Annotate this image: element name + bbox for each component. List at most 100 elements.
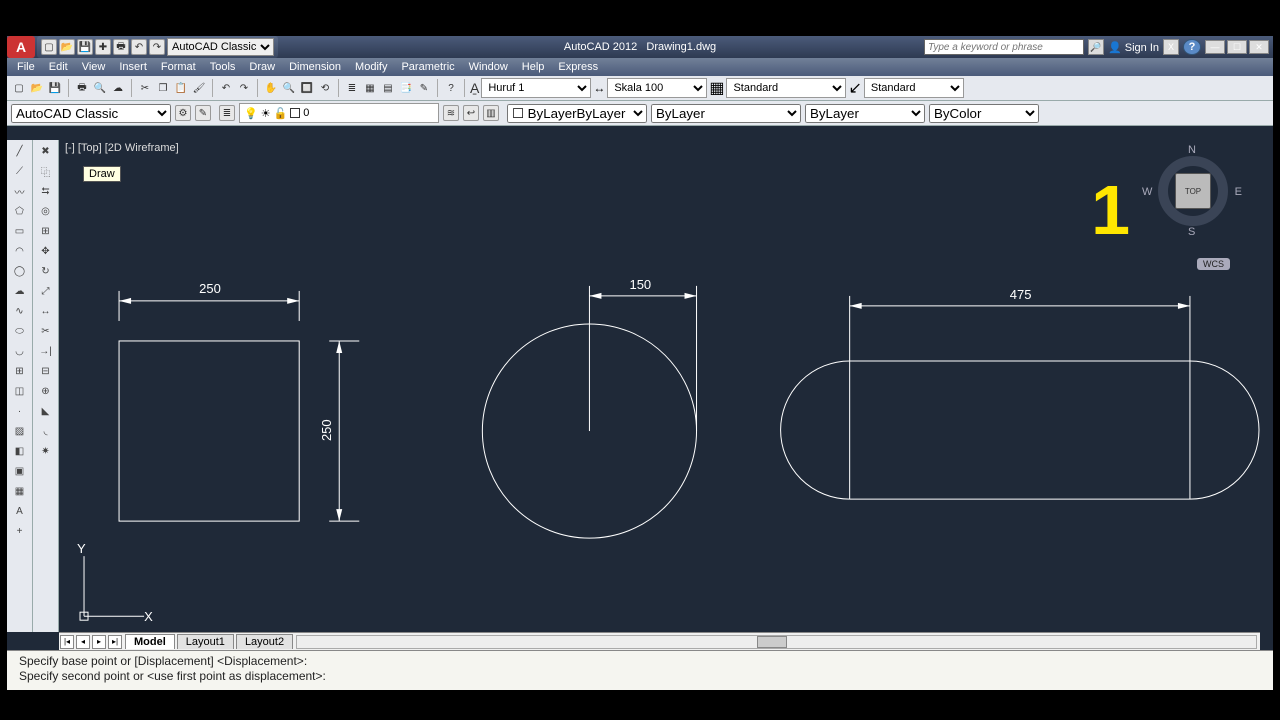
menu-draw[interactable]: Draw — [249, 61, 275, 73]
revcloud-icon[interactable]: ☁ — [10, 282, 30, 300]
point-icon[interactable]: · — [10, 402, 30, 420]
ellipsearc-icon[interactable]: ◡ — [10, 342, 30, 360]
menu-express[interactable]: Express — [558, 61, 598, 73]
pline-icon[interactable]: 〰 — [10, 182, 30, 200]
menu-tools[interactable]: Tools — [210, 61, 236, 73]
signin-button[interactable]: 👤 Sign In — [1108, 41, 1159, 54]
ellipse-icon[interactable]: ⬭ — [10, 322, 30, 340]
table-icon[interactable]: ▦ — [10, 482, 30, 500]
help-icon[interactable]: ? — [1183, 39, 1201, 55]
erase-icon[interactable]: ✖ — [36, 142, 56, 160]
help-icon[interactable]: ? — [443, 80, 459, 96]
move-icon[interactable]: ✥ — [36, 242, 56, 260]
pan-icon[interactable]: ✋ — [263, 80, 279, 96]
polygon-icon[interactable]: ⬠ — [10, 202, 30, 220]
tab-first-icon[interactable]: |◂ — [60, 635, 74, 649]
menu-parametric[interactable]: Parametric — [401, 61, 454, 73]
layer-props-icon[interactable]: ≣ — [219, 105, 235, 121]
publish-icon[interactable]: ☁ — [110, 80, 126, 96]
mirror-icon[interactable]: ⮀ — [36, 182, 56, 200]
exchange-icon[interactable]: X — [1163, 39, 1179, 55]
insert-icon[interactable]: ⊞ — [10, 362, 30, 380]
block-icon[interactable]: ◫ — [10, 382, 30, 400]
join-icon[interactable]: ⊕ — [36, 382, 56, 400]
tablestyle-select[interactable]: Standard — [726, 78, 846, 98]
menu-format[interactable]: Format — [161, 61, 196, 73]
mtext-icon[interactable]: A — [10, 502, 30, 520]
workspace-combo[interactable]: AutoCAD Classic — [11, 104, 171, 123]
menu-insert[interactable]: Insert — [119, 61, 147, 73]
line-icon[interactable]: ╱ — [10, 142, 30, 160]
tab-prev-icon[interactable]: ◂ — [76, 635, 90, 649]
properties-icon[interactable]: ≣ — [344, 80, 360, 96]
copy-icon[interactable]: ❐ — [155, 80, 171, 96]
markup-icon[interactable]: ✎ — [416, 80, 432, 96]
ws-save-icon[interactable]: ✎ — [195, 105, 211, 121]
preview-icon[interactable]: 🔍 — [92, 80, 108, 96]
chamfer-icon[interactable]: ◣ — [36, 402, 56, 420]
undo-icon[interactable]: ↶ — [131, 39, 147, 55]
matchprop-icon[interactable]: 🖌 — [191, 80, 207, 96]
extend-icon[interactable]: →| — [36, 342, 56, 360]
plot-icon[interactable]: 🖶 — [74, 80, 90, 96]
addselected-icon[interactable]: + — [10, 522, 30, 540]
arc-icon[interactable]: ◠ — [10, 242, 30, 260]
tab-layout2[interactable]: Layout2 — [236, 634, 293, 649]
menu-window[interactable]: Window — [469, 61, 508, 73]
viewport-label[interactable]: [-] [Top] [2D Wireframe] — [65, 142, 179, 154]
command-line[interactable]: Specify base point or [Displacement] <Di… — [7, 650, 1273, 690]
dimstyle-select[interactable]: Skala 100 — [607, 78, 707, 98]
toolpalette-icon[interactable]: ▤ — [380, 80, 396, 96]
linetype-select[interactable]: ByLayer — [651, 104, 801, 123]
lineweight-select[interactable]: ByLayer — [805, 104, 925, 123]
region-icon[interactable]: ▣ — [10, 462, 30, 480]
break-icon[interactable]: ⊟ — [36, 362, 56, 380]
tab-next-icon[interactable]: ▸ — [92, 635, 106, 649]
close-button[interactable]: ✕ — [1249, 40, 1269, 54]
scale-icon[interactable]: ⤢ — [36, 282, 56, 300]
cut-icon[interactable]: ✂ — [137, 80, 153, 96]
redo-icon[interactable]: ↷ — [149, 39, 165, 55]
menu-help[interactable]: Help — [522, 61, 545, 73]
app-logo[interactable]: A — [7, 36, 35, 58]
tab-last-icon[interactable]: ▸| — [108, 635, 122, 649]
menu-modify[interactable]: Modify — [355, 61, 387, 73]
menu-edit[interactable]: Edit — [49, 61, 68, 73]
print-icon[interactable]: 🖶 — [113, 39, 129, 55]
spline-icon[interactable]: ∿ — [10, 302, 30, 320]
save-icon[interactable]: 💾 — [47, 80, 63, 96]
h-scrollbar[interactable] — [296, 635, 1257, 649]
zoom-window-icon[interactable]: 🔲 — [299, 80, 315, 96]
array-icon[interactable]: ⊞ — [36, 222, 56, 240]
wcs-badge[interactable]: WCS — [1197, 258, 1230, 270]
tab-model[interactable]: Model — [125, 634, 175, 649]
save-icon[interactable]: 💾 — [77, 39, 93, 55]
viewcube[interactable]: TOP N S E W — [1148, 146, 1238, 236]
textstyle-select[interactable]: Huruf 1 — [481, 78, 591, 98]
xline-icon[interactable]: ⟋ — [10, 162, 30, 180]
undo-icon[interactable]: ↶ — [218, 80, 234, 96]
redo-icon[interactable]: ↷ — [236, 80, 252, 96]
gradient-icon[interactable]: ◧ — [10, 442, 30, 460]
trim-icon[interactable]: ✂ — [36, 322, 56, 340]
layer-state-icon[interactable]: ▥ — [483, 105, 499, 121]
drawing-area[interactable]: [-] [Top] [2D Wireframe] Draw 1 TOP N S … — [59, 140, 1260, 632]
rectangle-icon[interactable]: ▭ — [10, 222, 30, 240]
infocenter-icon[interactable]: 🔎 — [1088, 39, 1104, 55]
ws-settings-icon[interactable]: ⚙ — [175, 105, 191, 121]
explode-icon[interactable]: ✷ — [36, 442, 56, 460]
zoom-prev-icon[interactable]: ⟲ — [317, 80, 333, 96]
open-icon[interactable]: 📂 — [29, 80, 45, 96]
qnew-icon[interactable]: ▢ — [11, 80, 27, 96]
zoom-realtime-icon[interactable]: 🔍 — [281, 80, 297, 96]
layer-match-icon[interactable]: ≋ — [443, 105, 459, 121]
offset-icon[interactable]: ◎ — [36, 202, 56, 220]
tab-layout1[interactable]: Layout1 — [177, 634, 234, 649]
stretch-icon[interactable]: ↔ — [36, 302, 56, 320]
menu-dimension[interactable]: Dimension — [289, 61, 341, 73]
viewcube-top[interactable]: TOP — [1175, 173, 1211, 209]
paste-icon[interactable]: 📋 — [173, 80, 189, 96]
hatch-icon[interactable]: ▨ — [10, 422, 30, 440]
layer-prev-icon[interactable]: ↩ — [463, 105, 479, 121]
rotate-icon[interactable]: ↻ — [36, 262, 56, 280]
